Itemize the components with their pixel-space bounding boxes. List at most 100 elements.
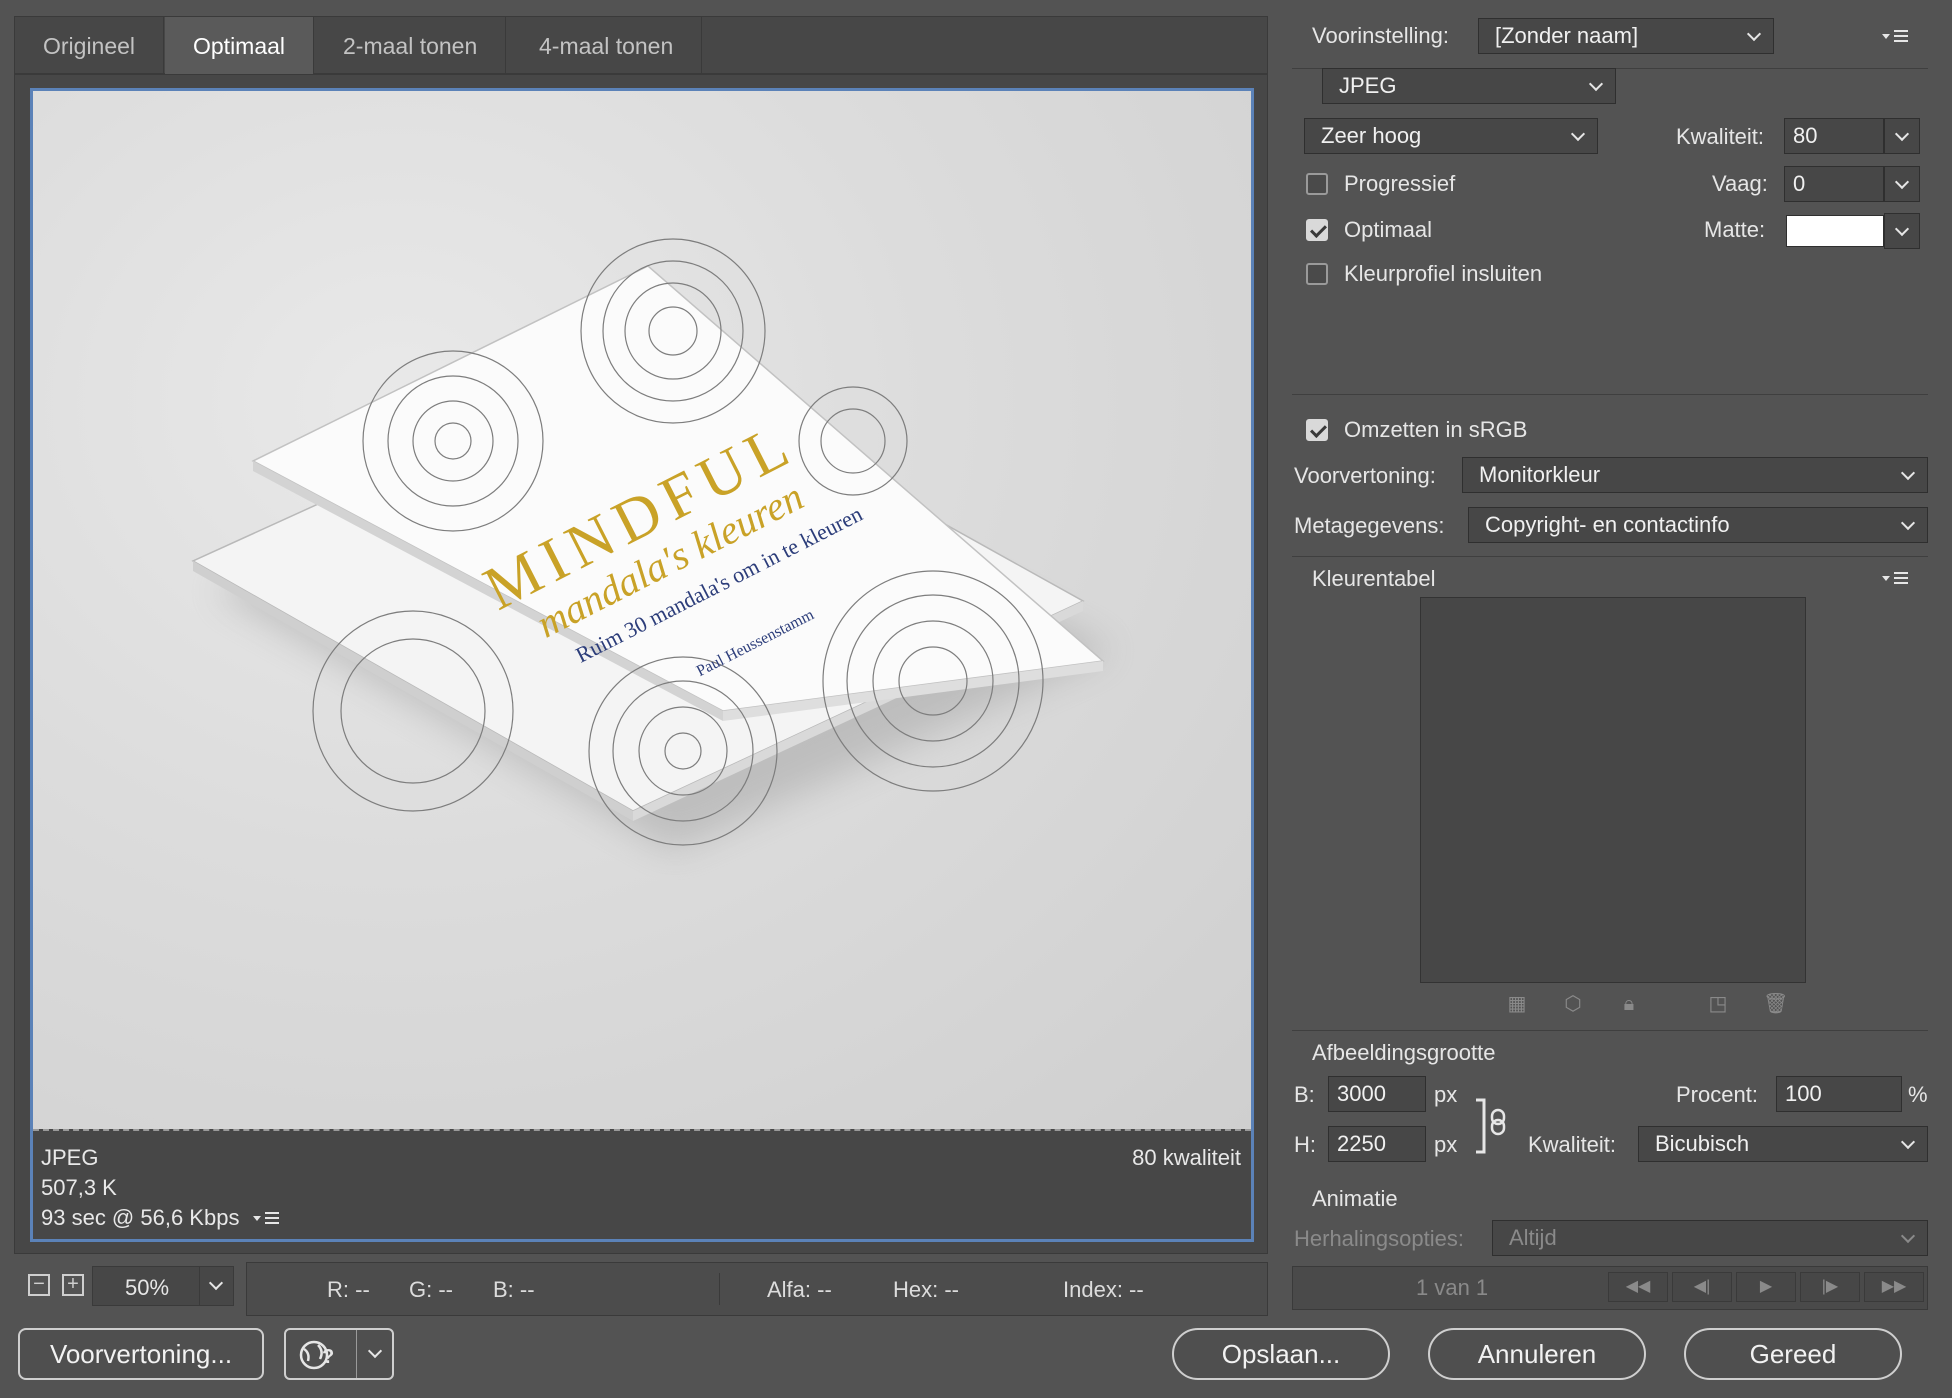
- preset-select[interactable]: [Zonder naam]: [1478, 18, 1774, 54]
- color-table-menu-icon[interactable]: [1882, 572, 1908, 586]
- quality-input[interactable]: 80: [1784, 118, 1884, 154]
- file-format: JPEG: [41, 1145, 99, 1170]
- percent-input[interactable]: 100: [1776, 1076, 1902, 1112]
- chevron-down-icon: [1900, 1228, 1916, 1244]
- readout-index: Index: --: [1063, 1277, 1144, 1302]
- image-preview[interactable]: MINDFUL mandala's kleuren Ruim 30 mandal…: [33, 91, 1251, 1129]
- web-safe-cube-icon[interactable]: ⬡: [1561, 992, 1585, 1016]
- resample-quality-select[interactable]: Bicubisch: [1638, 1126, 1928, 1162]
- browser-preview-select[interactable]: ?: [284, 1328, 394, 1380]
- next-frame-button[interactable]: |▶: [1800, 1272, 1860, 1302]
- progressive-label: Progressief: [1344, 171, 1456, 196]
- matte-dropdown[interactable]: [1884, 213, 1920, 249]
- tab-4-up[interactable]: 4-maal tonen: [511, 17, 703, 75]
- cancel-button[interactable]: Annuleren: [1428, 1328, 1646, 1380]
- blur-label: Vaag:: [1712, 171, 1768, 196]
- tab-original[interactable]: Origineel: [15, 17, 165, 75]
- view-tabs: Origineel Optimaal 2-maal tonen 4-maal t…: [14, 16, 1268, 75]
- chevron-down-icon: [1894, 126, 1910, 142]
- preview-mode-select[interactable]: Monitorkleur: [1462, 457, 1928, 493]
- transparency-icon[interactable]: ▦: [1505, 992, 1529, 1016]
- chevron-down-icon: [1900, 465, 1916, 481]
- embed-profile-label: Kleurprofiel insluiten: [1344, 261, 1543, 286]
- convert-srgb-checkbox[interactable]: [1306, 419, 1328, 441]
- previous-frame-button[interactable]: ◀|: [1672, 1272, 1732, 1302]
- chevron-down-icon: [1900, 1134, 1916, 1150]
- new-color-icon[interactable]: ◳: [1706, 992, 1730, 1016]
- optimized-preview-pane[interactable]: MINDFUL mandala's kleuren Ruim 30 mandal…: [30, 88, 1254, 1242]
- preview-divider: [33, 1129, 1251, 1133]
- chevron-down-icon: [1570, 126, 1586, 142]
- optimized-label: Optimaal: [1344, 217, 1433, 242]
- percent-label: Procent:: [1676, 1082, 1758, 1107]
- quality-slider-dropdown[interactable]: [1884, 118, 1920, 154]
- chevron-down-icon: [1894, 221, 1910, 237]
- readout-alpha: Alfa: --: [767, 1277, 832, 1302]
- book-mockup-image: MINDFUL mandala's kleuren Ruim 30 mandal…: [191, 238, 1113, 851]
- matte-color-swatch[interactable]: [1786, 215, 1884, 247]
- loop-select[interactable]: Altijd: [1492, 1220, 1928, 1256]
- preview-mode-label: Voorvertoning:: [1294, 463, 1436, 488]
- chevron-down-icon: [1894, 174, 1910, 190]
- height-input[interactable]: 2250: [1328, 1126, 1426, 1162]
- readout-r: R: --: [327, 1277, 370, 1302]
- trash-icon[interactable]: 🗑︎: [1763, 992, 1788, 1016]
- blur-slider-dropdown[interactable]: [1884, 166, 1920, 202]
- width-label: B:: [1294, 1082, 1315, 1107]
- embed-profile-checkbox[interactable]: [1306, 263, 1328, 285]
- animation-title: Animatie: [1312, 1186, 1398, 1211]
- pixel-readouts: R: -- G: -- B: -- Alfa: -- Hex: -- Index…: [246, 1262, 1268, 1316]
- quality-preset-select[interactable]: Zeer hoog: [1304, 118, 1598, 154]
- constrain-proportions-link-icon[interactable]: [1474, 1096, 1514, 1156]
- status-bar: − + 50% R: -- G: -- B: -- Alfa: -- Hex: …: [14, 1262, 1268, 1316]
- preset-menu-icon[interactable]: [1882, 30, 1908, 44]
- height-label: H:: [1294, 1132, 1316, 1157]
- height-unit: px: [1434, 1132, 1458, 1157]
- metadata-label: Metagegevens:: [1294, 513, 1445, 538]
- quality-readout: 80 kwaliteit: [1132, 1145, 1241, 1170]
- file-format-select[interactable]: JPEG: [1322, 68, 1616, 104]
- color-table[interactable]: [1420, 597, 1806, 983]
- quality-label: Kwaliteit:: [1676, 124, 1765, 149]
- image-size-title: Afbeeldingsgrootte: [1312, 1040, 1496, 1065]
- play-button[interactable]: ▶: [1736, 1272, 1796, 1302]
- color-table-title: Kleurentabel: [1312, 566, 1436, 591]
- browser-globe-icon: ?: [299, 1340, 334, 1370]
- loop-label: Herhalingsopties:: [1294, 1226, 1464, 1251]
- first-frame-button[interactable]: ◀◀: [1608, 1272, 1668, 1302]
- chevron-down-icon: [1746, 26, 1762, 42]
- chevron-down-icon: [1588, 76, 1604, 92]
- progressive-checkbox[interactable]: [1306, 173, 1328, 195]
- done-button[interactable]: Gereed: [1684, 1328, 1902, 1380]
- readout-hex: Hex: --: [893, 1277, 959, 1302]
- tab-2-up[interactable]: 2-maal tonen: [315, 17, 507, 75]
- optimized-checkbox[interactable]: [1306, 219, 1328, 241]
- save-button[interactable]: Opslaan...: [1172, 1328, 1390, 1380]
- readout-g: G: --: [409, 1277, 453, 1302]
- metadata-select[interactable]: Copyright- en contactinfo: [1468, 507, 1928, 543]
- matte-label: Matte:: [1704, 217, 1766, 242]
- width-unit: px: [1434, 1082, 1458, 1107]
- tab-optimized[interactable]: Optimaal: [165, 17, 315, 75]
- resample-quality-label: Kwaliteit:: [1528, 1132, 1617, 1157]
- zoom-out-button[interactable]: −: [28, 1274, 50, 1296]
- zoom-level-select[interactable]: 50%: [92, 1266, 234, 1306]
- preset-label: Voorinstelling:: [1312, 23, 1449, 48]
- blur-input[interactable]: 0: [1784, 166, 1884, 202]
- preview-button[interactable]: Voorvertoning...: [18, 1328, 264, 1380]
- frame-counter: 1 van 1: [1416, 1275, 1489, 1300]
- file-size: 507,3 K: [41, 1175, 117, 1200]
- download-speed-menu-icon[interactable]: [253, 1212, 280, 1226]
- download-time: 93 sec @ 56,6 Kbps: [41, 1205, 280, 1231]
- last-frame-button[interactable]: ▶▶: [1864, 1272, 1924, 1302]
- readout-b: B: --: [493, 1277, 535, 1302]
- svg-text:?: ?: [322, 1346, 334, 1368]
- chevron-down-icon: [367, 1343, 383, 1359]
- width-input[interactable]: 3000: [1328, 1076, 1426, 1112]
- zoom-in-button[interactable]: +: [62, 1274, 84, 1296]
- lock-icon[interactable]: 🔒︎: [1617, 992, 1641, 1016]
- chevron-down-icon: [208, 1275, 224, 1291]
- convert-srgb-label: Omzetten in sRGB: [1344, 417, 1528, 442]
- percent-unit: %: [1908, 1082, 1928, 1107]
- chevron-down-icon: [1900, 515, 1916, 531]
